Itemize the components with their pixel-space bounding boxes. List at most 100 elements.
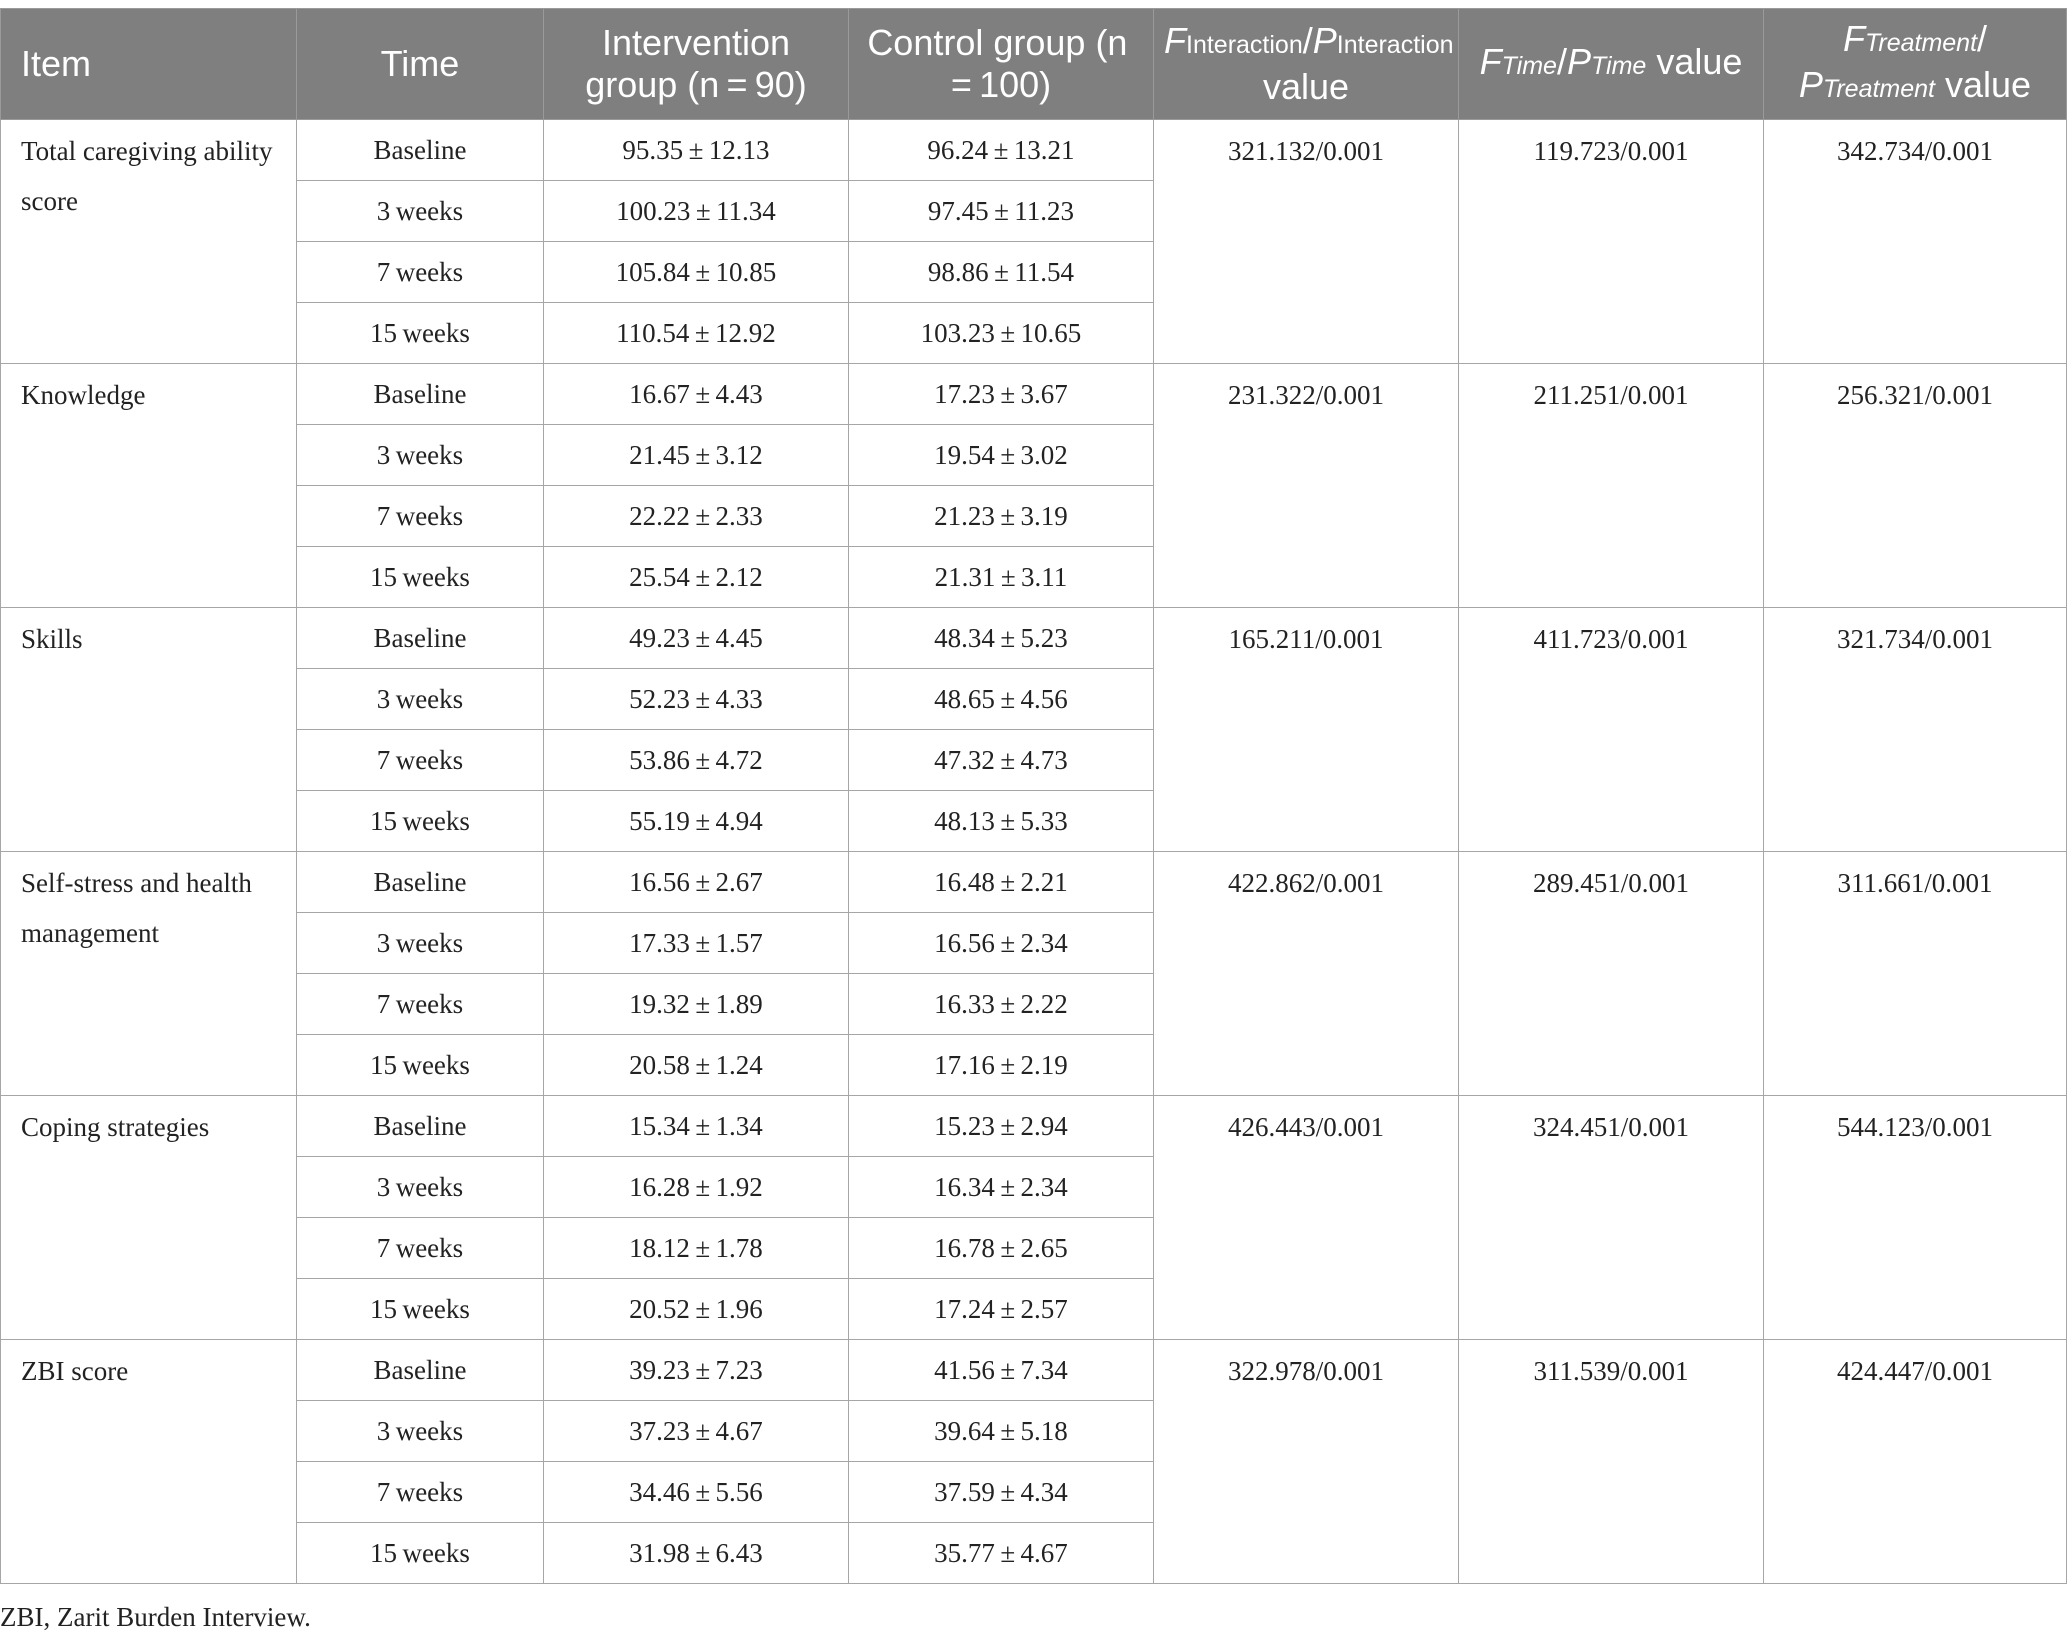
intervention-cell: 20.52 ± 1.96 xyxy=(543,1278,849,1340)
time-cell: 15 weeks xyxy=(296,1034,544,1096)
intervention-cell: 34.46 ± 5.56 xyxy=(543,1461,849,1523)
control-cell: 16.78 ± 2.65 xyxy=(848,1217,1154,1279)
intervention-cell: 37.23 ± 4.67 xyxy=(543,1400,849,1462)
intervention-cell: 49.23 ± 4.45 xyxy=(543,607,849,669)
intervention-cell: 20.58 ± 1.24 xyxy=(543,1034,849,1096)
control-cell: 98.86 ± 11.54 xyxy=(848,241,1154,303)
intervention-cell: 16.56 ± 2.67 xyxy=(543,851,849,913)
treatment-stat-cell: 256.321/0.001 xyxy=(1763,363,2067,608)
time-cell: 15 weeks xyxy=(296,1278,544,1340)
time-cell: 15 weeks xyxy=(296,1522,544,1584)
control-cell: 103.23 ± 10.65 xyxy=(848,302,1154,364)
control-cell: 19.54 ± 3.02 xyxy=(848,424,1154,486)
time-stat-cell: 211.251/0.001 xyxy=(1458,363,1764,608)
time-cell: Baseline xyxy=(296,363,544,425)
interaction-stat-cell: 231.322/0.001 xyxy=(1153,363,1459,608)
item-cell: ZBI score xyxy=(0,1339,297,1584)
intervention-cell: 25.54 ± 2.12 xyxy=(543,546,849,608)
control-cell: 41.56 ± 7.34 xyxy=(848,1339,1154,1401)
interaction-stat-cell: 422.862/0.001 xyxy=(1153,851,1459,1096)
header-row: Item Time Intervention group (n = 90) Co… xyxy=(0,8,2067,120)
control-cell: 48.65 ± 4.56 xyxy=(848,668,1154,730)
control-cell: 37.59 ± 4.34 xyxy=(848,1461,1154,1523)
intervention-cell: 17.33 ± 1.57 xyxy=(543,912,849,974)
intervention-cell: 110.54 ± 12.92 xyxy=(543,302,849,364)
header-time-stat: FTime/PTime value xyxy=(1458,8,1764,120)
time-cell: 3 weeks xyxy=(296,424,544,486)
control-cell: 97.45 ± 11.23 xyxy=(848,180,1154,242)
intervention-cell: 100.23 ± 11.34 xyxy=(543,180,849,242)
results-table: Item Time Intervention group (n = 90) Co… xyxy=(0,8,2067,1584)
header-control: Control group (n = 100) xyxy=(848,8,1154,120)
intervention-cell: 21.45 ± 3.12 xyxy=(543,424,849,486)
interaction-stat-cell: 165.211/0.001 xyxy=(1153,607,1459,852)
time-cell: Baseline xyxy=(296,1339,544,1401)
time-cell: 7 weeks xyxy=(296,241,544,303)
control-cell: 17.23 ± 3.67 xyxy=(848,363,1154,425)
control-cell: 48.34 ± 5.23 xyxy=(848,607,1154,669)
header-time: Time xyxy=(296,8,544,120)
time-cell: 7 weeks xyxy=(296,729,544,791)
time-cell: 15 weeks xyxy=(296,790,544,852)
time-cell: 3 weeks xyxy=(296,1156,544,1218)
intervention-cell: 15.34 ± 1.34 xyxy=(543,1095,849,1157)
treatment-stat-cell: 321.734/0.001 xyxy=(1763,607,2067,852)
treatment-stat-cell: 342.734/0.001 xyxy=(1763,119,2067,364)
treatment-stat-cell: 544.123/0.001 xyxy=(1763,1095,2067,1340)
interaction-stat-cell: 322.978/0.001 xyxy=(1153,1339,1459,1584)
time-cell: Baseline xyxy=(296,607,544,669)
intervention-cell: 55.19 ± 4.94 xyxy=(543,790,849,852)
table-row: ZBI score Baseline 39.23 ± 7.23 41.56 ± 7.3… xyxy=(0,1339,2067,1584)
control-cell: 17.16 ± 2.19 xyxy=(848,1034,1154,1096)
time-stat-cell: 411.723/0.001 xyxy=(1458,607,1764,852)
table-row: Knowledge Baseline 16.67 ± 4.43 17.23 ± 3.6… xyxy=(0,363,2067,608)
time-cell: 7 weeks xyxy=(296,1217,544,1279)
header-item: Item xyxy=(0,8,297,120)
table-row: Coping strategies Baseline 15.34 ± 1.34 15.… xyxy=(0,1095,2067,1340)
item-cell: Total caregiving ability score xyxy=(0,119,297,364)
control-cell: 21.31 ± 3.11 xyxy=(848,546,1154,608)
intervention-cell: 16.28 ± 1.92 xyxy=(543,1156,849,1218)
control-cell: 35.77 ± 4.67 xyxy=(848,1522,1154,1584)
time-cell: Baseline xyxy=(296,851,544,913)
time-stat-cell: 311.539/0.001 xyxy=(1458,1339,1764,1584)
control-cell: 48.13 ± 5.33 xyxy=(848,790,1154,852)
table-footnote: ZBI, Zarit Burden Interview. xyxy=(0,1602,311,1632)
control-cell: 16.48 ± 2.21 xyxy=(848,851,1154,913)
intervention-cell: 95.35 ± 12.13 xyxy=(543,119,849,181)
interaction-stat-cell: 426.443/0.001 xyxy=(1153,1095,1459,1340)
time-cell: 3 weeks xyxy=(296,912,544,974)
intervention-cell: 19.32 ± 1.89 xyxy=(543,973,849,1035)
table-body: Total caregiving ability score Baseline 95… xyxy=(0,119,2067,1584)
time-cell: 3 weeks xyxy=(296,668,544,730)
table-row: Skills Baseline 49.23 ± 4.45 48.34 ± 5.23 16… xyxy=(0,607,2067,852)
control-cell: 16.33 ± 2.22 xyxy=(848,973,1154,1035)
item-cell: Self-stress and health management xyxy=(0,851,297,1096)
time-cell: 7 weeks xyxy=(296,485,544,547)
treatment-stat-cell: 311.661/0.001 xyxy=(1763,851,2067,1096)
time-cell: 7 weeks xyxy=(296,973,544,1035)
table-row: Self-stress and health management Baselin… xyxy=(0,851,2067,1096)
table-row: Total caregiving ability score Baseline 95… xyxy=(0,119,2067,364)
interaction-stat-cell: 321.132/0.001 xyxy=(1153,119,1459,364)
item-cell: Skills xyxy=(0,607,297,852)
results-table-container: Item Time Intervention group (n = 90) Co… xyxy=(0,8,2068,1584)
control-cell: 16.34 ± 2.34 xyxy=(848,1156,1154,1218)
intervention-cell: 31.98 ± 6.43 xyxy=(543,1522,849,1584)
item-cell: Coping strategies xyxy=(0,1095,297,1340)
intervention-cell: 16.67 ± 4.43 xyxy=(543,363,849,425)
time-cell: 3 weeks xyxy=(296,1400,544,1462)
control-cell: 17.24 ± 2.57 xyxy=(848,1278,1154,1340)
intervention-cell: 53.86 ± 4.72 xyxy=(543,729,849,791)
control-cell: 39.64 ± 5.18 xyxy=(848,1400,1154,1462)
intervention-cell: 39.23 ± 7.23 xyxy=(543,1339,849,1401)
treatment-stat-cell: 424.447/0.001 xyxy=(1763,1339,2067,1584)
header-intervention: Intervention group (n = 90) xyxy=(543,8,849,120)
control-cell: 21.23 ± 3.19 xyxy=(848,485,1154,547)
time-cell: Baseline xyxy=(296,119,544,181)
time-cell: 7 weeks xyxy=(296,1461,544,1523)
time-stat-cell: 289.451/0.001 xyxy=(1458,851,1764,1096)
intervention-cell: 105.84 ± 10.85 xyxy=(543,241,849,303)
intervention-cell: 22.22 ± 2.33 xyxy=(543,485,849,547)
time-stat-cell: 324.451/0.001 xyxy=(1458,1095,1764,1340)
